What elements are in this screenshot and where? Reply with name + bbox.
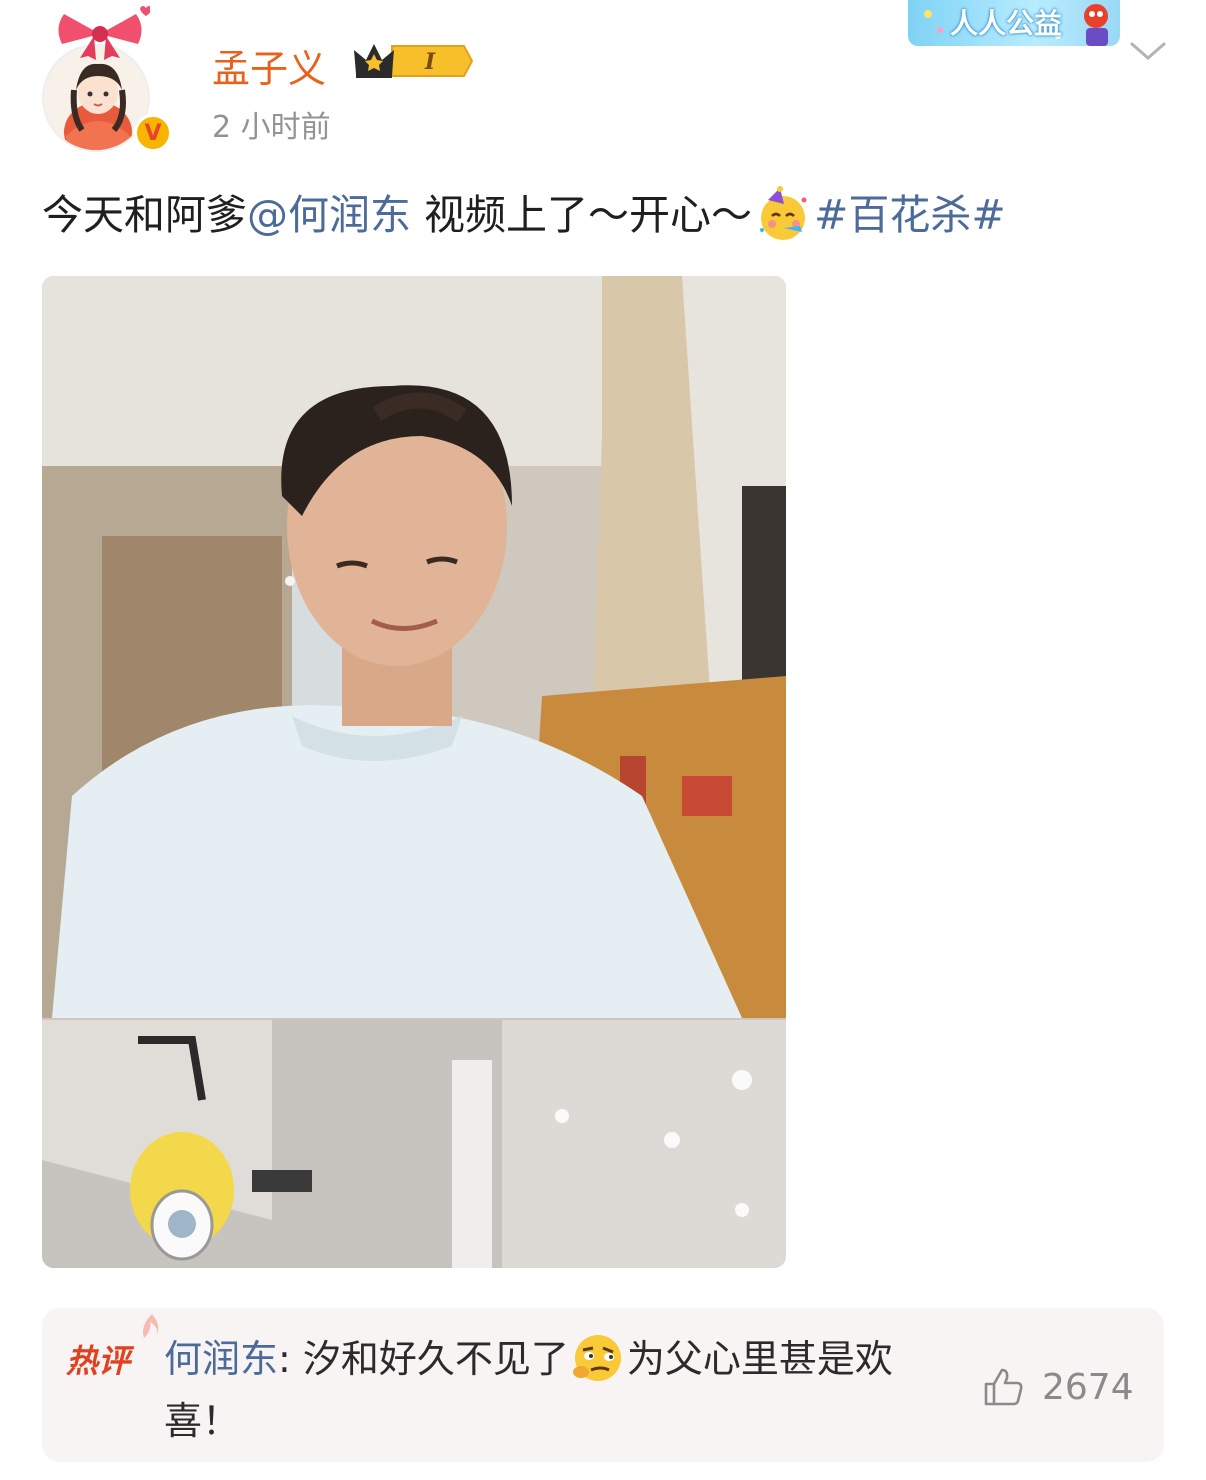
comment-author-link[interactable]: 何润东 <box>164 1337 278 1381</box>
hot-comment-label: 热评 <box>66 1342 131 1380</box>
charity-badge[interactable]: 人人公益 <box>908 0 1120 46</box>
video-call-local-frame <box>42 1020 786 1268</box>
post-body: 今天和阿爹@何润东 视频上了～开心～ #百花杀# <box>42 186 1006 244</box>
like-button[interactable]: 2674 <box>982 1366 1134 1408</box>
mascot-icon <box>1084 4 1108 46</box>
charity-badge-label: 人人公益 <box>950 7 1063 40</box>
like-count: 2674 <box>1042 1366 1134 1408</box>
smirk-face-emoji-icon <box>572 1334 621 1381</box>
video-call-remote-frame <box>42 276 786 1018</box>
post-text-prefix: 今天和阿爹 <box>42 191 247 239</box>
chevron-down-icon[interactable] <box>1128 38 1168 64</box>
vip-crown-badge-icon[interactable]: I <box>352 40 474 82</box>
flame-icon <box>143 1314 159 1338</box>
post-timestamp: 2 小时前 <box>212 110 331 145</box>
comment-separator: : <box>278 1337 303 1381</box>
post-image[interactable] <box>42 276 786 1268</box>
thumbs-up-icon <box>984 1368 1023 1406</box>
bow-decoration-icon <box>58 6 150 60</box>
author-avatar-wrap[interactable]: V <box>42 6 172 152</box>
hashtag-link[interactable]: #百花杀# <box>814 191 1006 239</box>
post-text-middle: 视频上了～开心～ <box>411 191 753 239</box>
partying-face-emoji-icon <box>760 186 807 240</box>
mention-link[interactable]: @何润东 <box>247 191 411 239</box>
author-name[interactable]: 孟子义 <box>212 38 326 93</box>
vip-level-text: I <box>424 49 436 75</box>
comment-text-before: 汐和好久不见了 <box>302 1337 569 1381</box>
hot-comment-text: 何润东: 汐和好久不见了 为父心里甚是欢喜！ <box>164 1328 924 1452</box>
verified-badge-icon: V <box>134 114 172 152</box>
hot-comment-card[interactable]: 热评 何润东: 汐和好久不见了 为父心里甚是欢喜！ 2674 <box>42 1308 1164 1462</box>
